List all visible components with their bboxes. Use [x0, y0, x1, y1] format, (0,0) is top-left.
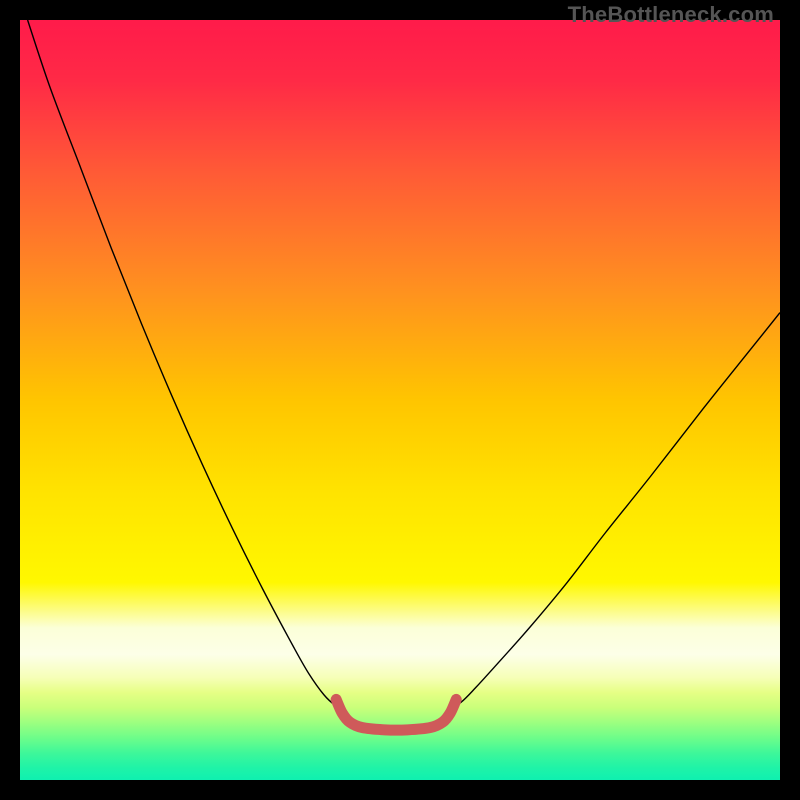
- gradient-background: [20, 20, 780, 780]
- chart-container: TheBottleneck.com: [0, 0, 800, 800]
- plot-area: [20, 20, 780, 780]
- watermark-text: TheBottleneck.com: [568, 2, 774, 28]
- chart-svg: [20, 20, 780, 780]
